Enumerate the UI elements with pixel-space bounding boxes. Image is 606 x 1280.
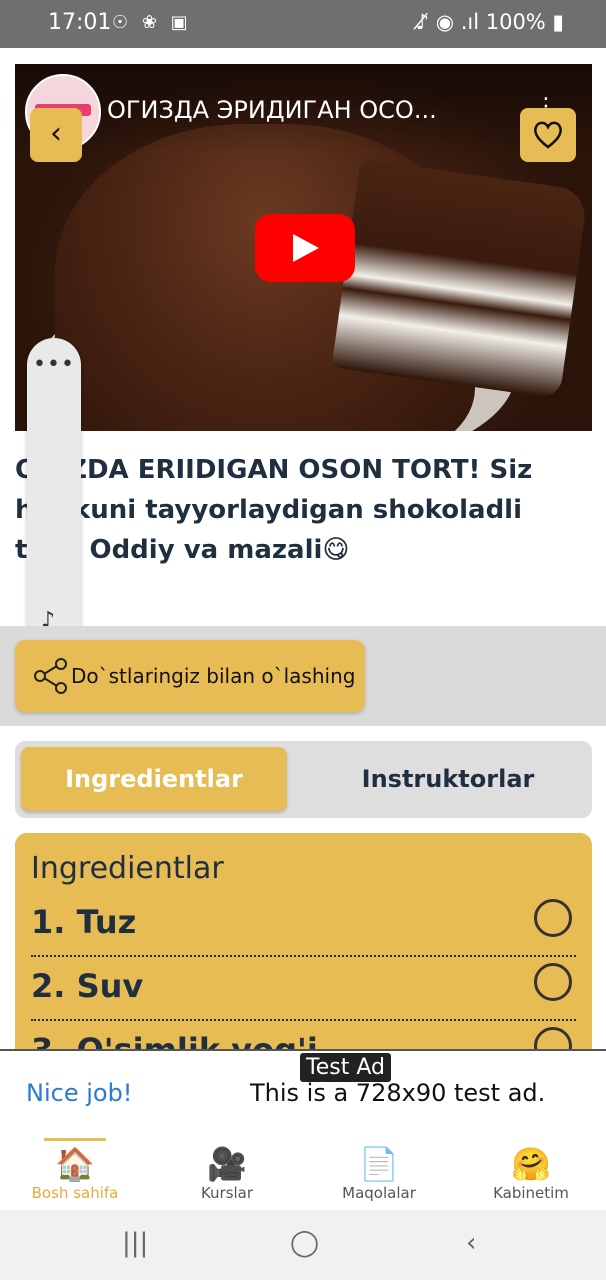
share-icon (34, 658, 67, 694)
share-button-label: Do`stlaringiz bilan o`lashing (71, 664, 356, 688)
ad-headline[interactable]: Nice job! (26, 1079, 132, 1107)
tab-instruktorlar[interactable]: Instruktorlar (315, 747, 581, 811)
smiley-icon: 🤗 (511, 1145, 551, 1183)
recipe-tabs: Ingredientlar Instruktorlar (15, 741, 592, 818)
ingredient-checkbox[interactable] (534, 963, 572, 1001)
tab-ingredientlar[interactable]: Ingredientlar (21, 747, 287, 811)
video-thumbnail-slice (331, 159, 589, 399)
recents-button[interactable]: ||| (122, 1228, 148, 1258)
nav-label: Kurslar (200, 1184, 254, 1202)
system-navigation-bar: ||| ◯ ‹ (0, 1210, 606, 1280)
ingredient-name: 1. Tuz (31, 903, 137, 941)
more-options-icon[interactable]: ••• (27, 352, 81, 377)
floating-panel[interactable]: ••• ♪ (27, 338, 81, 648)
nav-label: Kabinetim (493, 1184, 569, 1202)
video-player[interactable]: ОГИЗДА ЭРИДИГАН ОСО... ⋮ (15, 64, 592, 431)
status-time: 17:01 (48, 10, 112, 35)
share-button[interactable]: Do`stlaringiz bilan o`lashing (15, 640, 365, 712)
nav-label: Bosh sahifa (31, 1184, 119, 1202)
ad-text[interactable]: This is a 728x90 test ad. (250, 1079, 545, 1107)
bottom-navigation: 🏠 Bosh sahifa 🎥 Kurslar 📄 Maqolalar 🤗 Ka… (0, 1138, 606, 1210)
system-back-button[interactable]: ‹ (466, 1228, 476, 1258)
home-button[interactable]: ◯ (290, 1228, 319, 1258)
nav-kurslar[interactable]: 🎥 Kurslar (152, 1138, 302, 1210)
home-icon: 🏠 (55, 1145, 95, 1183)
ad-badge: Test Ad (300, 1053, 391, 1082)
video-title[interactable]: ОГИЗДА ЭРИДИГАН ОСО... (107, 96, 437, 124)
video-camera-icon: 🎥 (207, 1145, 247, 1183)
chevron-left-icon: ‹ (50, 116, 62, 151)
ad-banner[interactable]: Test Ad Nice job! This is a 728x90 test … (0, 1049, 606, 1140)
ingredient-row[interactable]: 1. Tuz (31, 893, 576, 957)
ingredient-checkbox[interactable] (534, 899, 572, 937)
back-button[interactable]: ‹ (30, 108, 82, 162)
nav-kabinetim[interactable]: 🤗 Kabinetim (456, 1138, 606, 1210)
nav-label: Maqolalar (342, 1184, 416, 1202)
status-bar: 17:01 ☉ ❀ ▣ ♪̸ ◉ .ıl 100% ▮ (0, 0, 606, 48)
play-button[interactable] (255, 214, 355, 282)
recipe-title: OGIZDA ERIIDIGAN OSON TORT! Siz har kuni… (15, 455, 533, 565)
ingredients-heading: Ingredientlar (31, 851, 224, 886)
favorite-button[interactable] (520, 108, 576, 162)
heart-icon (534, 121, 562, 149)
document-icon: 📄 (359, 1145, 399, 1183)
nav-maqolalar[interactable]: 📄 Maqolalar (304, 1138, 454, 1210)
nav-bosh-sahifa[interactable]: 🏠 Bosh sahifa (0, 1138, 150, 1210)
status-left-icons: ☉ ❀ ▣ (112, 12, 192, 33)
ingredient-row[interactable]: 2. Suv (31, 957, 576, 1021)
active-indicator (44, 1138, 106, 1141)
ingredient-name: 2. Suv (31, 967, 144, 1005)
status-right-icons: ♪̸ ◉ .ıl 100% ▮ (415, 10, 564, 34)
